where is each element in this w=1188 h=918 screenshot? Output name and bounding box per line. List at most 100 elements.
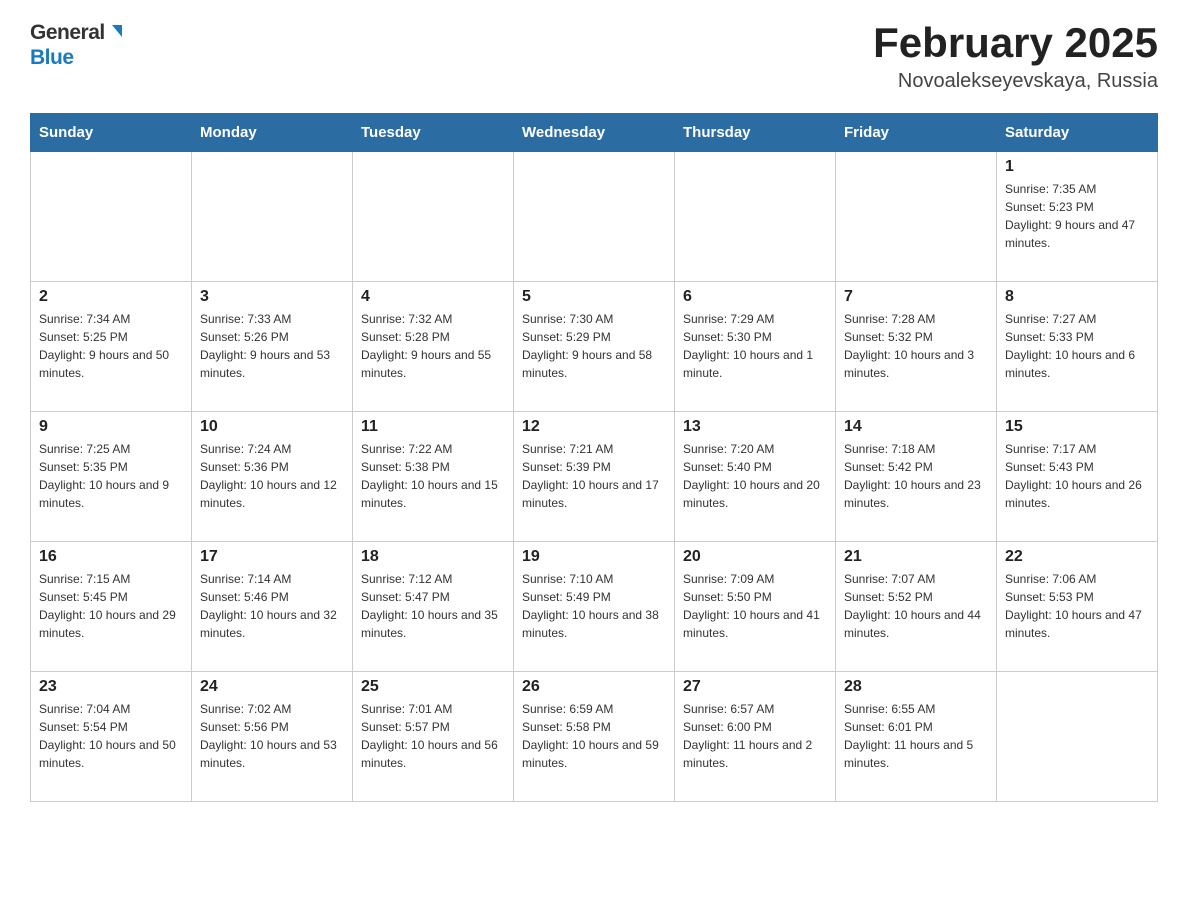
day-info: Sunrise: 7:27 AMSunset: 5:33 PMDaylight:… — [1005, 310, 1149, 382]
day-info: Sunrise: 6:57 AMSunset: 6:00 PMDaylight:… — [683, 700, 827, 772]
day-number: 1 — [1005, 158, 1149, 176]
table-row: 25 Sunrise: 7:01 AMSunset: 5:57 PMDayligh… — [353, 672, 514, 802]
day-info: Sunrise: 7:33 AMSunset: 5:26 PMDaylight:… — [200, 310, 344, 382]
calendar-week-4: 16 Sunrise: 7:15 AMSunset: 5:45 PMDayligh… — [31, 542, 1158, 672]
day-number: 11 — [361, 418, 505, 436]
calendar-title: February 2025 — [873, 20, 1158, 66]
day-number: 7 — [844, 288, 988, 306]
day-info: Sunrise: 7:30 AMSunset: 5:29 PMDaylight:… — [522, 310, 666, 382]
day-info: Sunrise: 7:17 AMSunset: 5:43 PMDaylight:… — [1005, 440, 1149, 512]
table-row: 5Sunrise: 7:30 AMSunset: 5:29 PMDaylight… — [514, 282, 675, 412]
day-number: 24 — [200, 678, 344, 696]
table-row — [353, 152, 514, 282]
day-info: Sunrise: 7:24 AMSunset: 5:36 PMDaylight:… — [200, 440, 344, 512]
table-row: 16 Sunrise: 7:15 AMSunset: 5:45 PMDayligh… — [31, 542, 192, 672]
day-info: Sunrise: 7:21 AMSunset: 5:39 PMDaylight:… — [522, 440, 666, 512]
calendar-body: 1 Sunrise: 7:35 AMSunset: 5:23 PMDaylight… — [31, 152, 1158, 802]
day-info: Sunrise: 7:01 AMSunset: 5:57 PMDaylight:… — [361, 700, 505, 772]
day-info: Sunrise: 7:35 AMSunset: 5:23 PMDaylight:… — [1005, 180, 1149, 252]
day-number: 23 — [39, 678, 183, 696]
day-number: 26 — [522, 678, 666, 696]
table-row — [192, 152, 353, 282]
day-info: Sunrise: 7:06 AMSunset: 5:53 PMDaylight:… — [1005, 570, 1149, 642]
day-number: 3 — [200, 288, 344, 306]
day-number: 28 — [844, 678, 988, 696]
day-number: 12 — [522, 418, 666, 436]
table-row — [31, 152, 192, 282]
table-row: 11 Sunrise: 7:22 AMSunset: 5:38 PMDayligh… — [353, 412, 514, 542]
table-row: 7 Sunrise: 7:28 AMSunset: 5:32 PMDaylight… — [836, 282, 997, 412]
table-row — [675, 152, 836, 282]
day-number: 22 — [1005, 548, 1149, 566]
logo-blue-text: Blue — [30, 45, 122, 70]
table-row: 15 Sunrise: 7:17 AMSunset: 5:43 PMDayligh… — [997, 412, 1158, 542]
day-number: 8 — [1005, 288, 1149, 306]
day-number: 15 — [1005, 418, 1149, 436]
day-number: 20 — [683, 548, 827, 566]
day-number: 4 — [361, 288, 505, 306]
col-friday: Friday — [836, 114, 997, 152]
col-monday: Monday — [192, 114, 353, 152]
table-row — [997, 672, 1158, 802]
calendar-header: Sunday Monday Tuesday Wednesday Thursday… — [31, 114, 1158, 152]
day-info: Sunrise: 7:25 AMSunset: 5:35 PMDaylight:… — [39, 440, 183, 512]
day-info: Sunrise: 6:59 AMSunset: 5:58 PMDaylight:… — [522, 700, 666, 772]
col-wednesday: Wednesday — [514, 114, 675, 152]
table-row: 13Sunrise: 7:20 AMSunset: 5:40 PMDayligh… — [675, 412, 836, 542]
table-row: 21Sunrise: 7:07 AMSunset: 5:52 PMDayligh… — [836, 542, 997, 672]
table-row: 9 Sunrise: 7:25 AMSunset: 5:35 PMDaylight… — [31, 412, 192, 542]
day-number: 18 — [361, 548, 505, 566]
day-number: 9 — [39, 418, 183, 436]
table-row: 19Sunrise: 7:10 AMSunset: 5:49 PMDayligh… — [514, 542, 675, 672]
calendar-week-5: 23Sunrise: 7:04 AMSunset: 5:54 PMDayligh… — [31, 672, 1158, 802]
day-number: 6 — [683, 288, 827, 306]
table-row: 27 Sunrise: 6:57 AMSunset: 6:00 PMDayligh… — [675, 672, 836, 802]
page-header: General Blue February 2025 Novoalekseyev… — [30, 20, 1158, 93]
table-row: 2 Sunrise: 7:34 AMSunset: 5:25 PMDaylight… — [31, 282, 192, 412]
calendar-week-1: 1 Sunrise: 7:35 AMSunset: 5:23 PMDaylight… — [31, 152, 1158, 282]
table-row: 4 Sunrise: 7:32 AMSunset: 5:28 PMDaylight… — [353, 282, 514, 412]
table-row: 6 Sunrise: 7:29 AMSunset: 5:30 PMDaylight… — [675, 282, 836, 412]
day-number: 14 — [844, 418, 988, 436]
day-info: Sunrise: 7:34 AMSunset: 5:25 PMDaylight:… — [39, 310, 183, 382]
day-number: 17 — [200, 548, 344, 566]
day-number: 27 — [683, 678, 827, 696]
day-info: Sunrise: 7:18 AMSunset: 5:42 PMDaylight:… — [844, 440, 988, 512]
table-row: 10 Sunrise: 7:24 AMSunset: 5:36 PMDayligh… — [192, 412, 353, 542]
calendar-subtitle: Novoalekseyevskaya, Russia — [873, 70, 1158, 93]
day-number: 19 — [522, 548, 666, 566]
day-info: Sunrise: 7:15 AMSunset: 5:45 PMDaylight:… — [39, 570, 183, 642]
calendar-week-2: 2 Sunrise: 7:34 AMSunset: 5:25 PMDaylight… — [31, 282, 1158, 412]
table-row: 22 Sunrise: 7:06 AMSunset: 5:53 PMDayligh… — [997, 542, 1158, 672]
table-row: 3 Sunrise: 7:33 AMSunset: 5:26 PMDaylight… — [192, 282, 353, 412]
calendar-table: Sunday Monday Tuesday Wednesday Thursday… — [30, 113, 1158, 802]
day-info: Sunrise: 7:02 AMSunset: 5:56 PMDaylight:… — [200, 700, 344, 772]
day-info: Sunrise: 7:22 AMSunset: 5:38 PMDaylight:… — [361, 440, 505, 512]
day-info: Sunrise: 7:20 AMSunset: 5:40 PMDaylight:… — [683, 440, 827, 512]
day-number: 25 — [361, 678, 505, 696]
day-number: 16 — [39, 548, 183, 566]
col-thursday: Thursday — [675, 114, 836, 152]
table-row: 23Sunrise: 7:04 AMSunset: 5:54 PMDayligh… — [31, 672, 192, 802]
table-row: 1 Sunrise: 7:35 AMSunset: 5:23 PMDaylight… — [997, 152, 1158, 282]
day-info: Sunrise: 6:55 AMSunset: 6:01 PMDaylight:… — [844, 700, 988, 772]
col-sunday: Sunday — [31, 114, 192, 152]
table-row: 8 Sunrise: 7:27 AMSunset: 5:33 PMDaylight… — [997, 282, 1158, 412]
day-info: Sunrise: 7:29 AMSunset: 5:30 PMDaylight:… — [683, 310, 827, 382]
day-info: Sunrise: 7:32 AMSunset: 5:28 PMDaylight:… — [361, 310, 505, 382]
col-saturday: Saturday — [997, 114, 1158, 152]
logo-general-text: General — [30, 20, 122, 45]
day-info: Sunrise: 7:28 AMSunset: 5:32 PMDaylight:… — [844, 310, 988, 382]
day-number: 2 — [39, 288, 183, 306]
table-row: 24 Sunrise: 7:02 AMSunset: 5:56 PMDayligh… — [192, 672, 353, 802]
header-row: Sunday Monday Tuesday Wednesday Thursday… — [31, 114, 1158, 152]
logo: General Blue — [30, 20, 122, 70]
table-row: 26 Sunrise: 6:59 AMSunset: 5:58 PMDayligh… — [514, 672, 675, 802]
table-row: 28 Sunrise: 6:55 AMSunset: 6:01 PMDayligh… — [836, 672, 997, 802]
day-info: Sunrise: 7:07 AMSunset: 5:52 PMDaylight:… — [844, 570, 988, 642]
day-info: Sunrise: 7:14 AMSunset: 5:46 PMDaylight:… — [200, 570, 344, 642]
table-row: 12 Sunrise: 7:21 AMSunset: 5:39 PMDayligh… — [514, 412, 675, 542]
table-row — [514, 152, 675, 282]
table-row: 17 Sunrise: 7:14 AMSunset: 5:46 PMDayligh… — [192, 542, 353, 672]
day-number: 10 — [200, 418, 344, 436]
